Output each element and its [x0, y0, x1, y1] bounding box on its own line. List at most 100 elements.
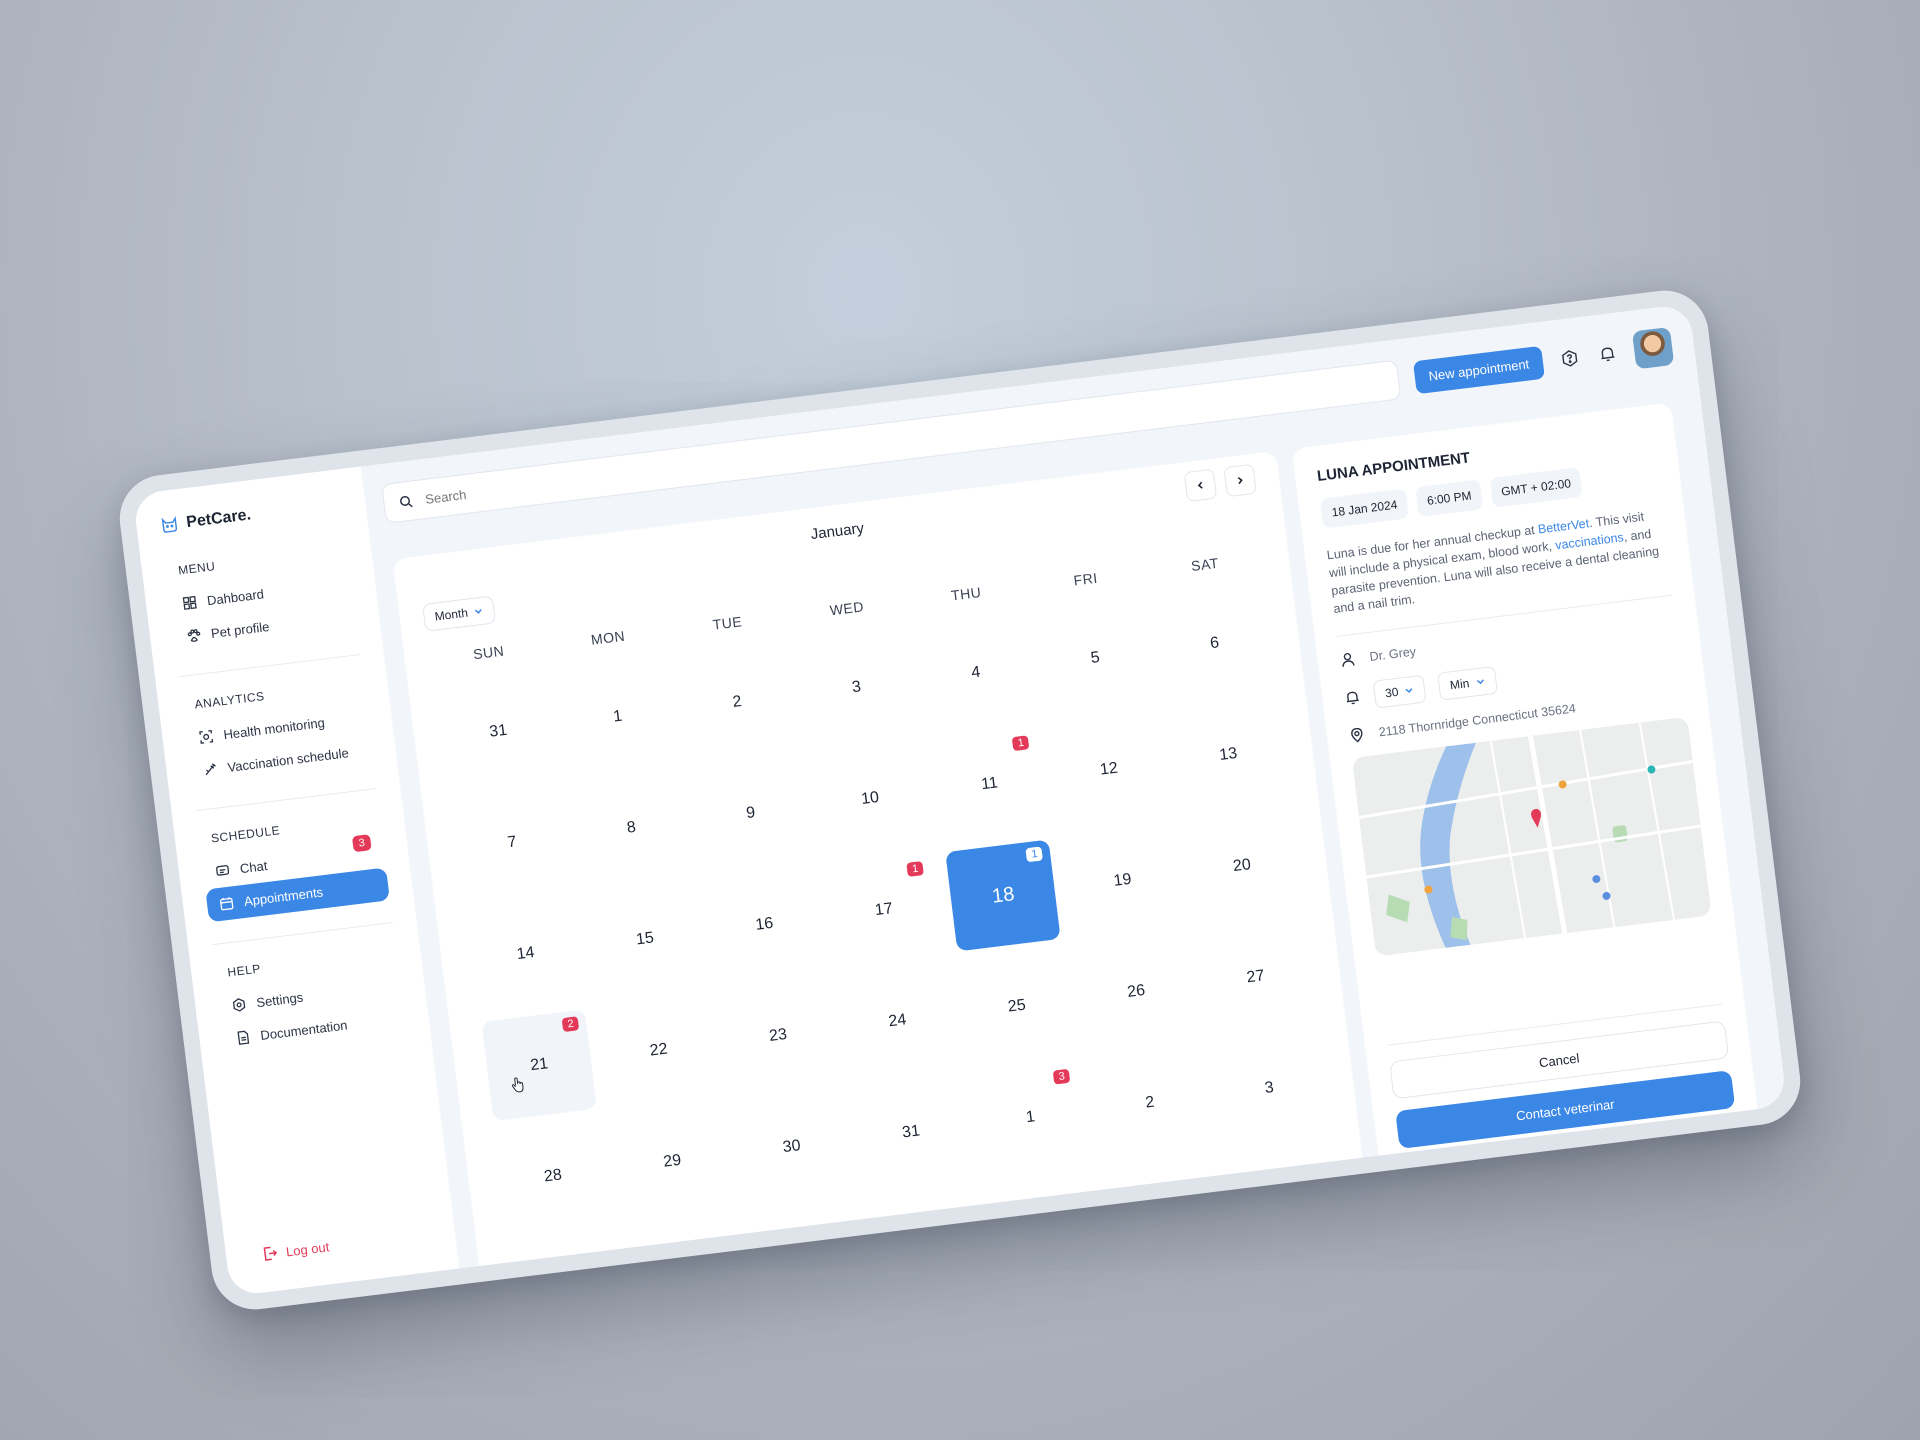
logout-label: Log out [285, 1238, 330, 1259]
weekday-label: SUN [472, 642, 506, 663]
calendar-day[interactable]: 30 [725, 1084, 858, 1210]
weekday-label: SAT [1190, 554, 1220, 575]
calendar-day[interactable]: 8 [565, 765, 698, 891]
brand-logo[interactable]: PetCare. [160, 495, 343, 535]
calendar-day[interactable]: 9 [684, 751, 817, 877]
appointment-count-badge: 1 [906, 861, 925, 877]
calendar-day[interactable]: 10 [804, 736, 937, 862]
help-icon [1562, 350, 1578, 367]
calendar-day-selected[interactable]: 18 1 [937, 833, 1070, 959]
prev-month-button[interactable] [1183, 468, 1218, 503]
calendar-day[interactable]: 31 [845, 1070, 978, 1196]
sidebar-item-label: Settings [255, 989, 305, 1011]
reminder-unit-select[interactable]: Min [1437, 665, 1498, 701]
calendar-day[interactable]: 22 [592, 988, 725, 1114]
calendar-day[interactable]: 17 1 [817, 847, 950, 973]
view-select-value: Month [433, 605, 469, 624]
calendar-day[interactable]: 3 [1203, 1026, 1336, 1152]
calendar-day[interactable]: 23 [712, 973, 845, 1099]
sidebar-item-label: Health monitoring [222, 714, 326, 743]
calendar-day[interactable]: 26 [1070, 929, 1203, 1055]
day-number: 1 [612, 707, 624, 726]
calendar-day[interactable]: 2 [671, 640, 804, 766]
sidebar-item-label: Chat [239, 857, 269, 877]
appointment-timezone[interactable]: GMT + 02:00 [1489, 467, 1583, 508]
day-number: 16 [754, 914, 775, 934]
logout-button[interactable]: Log out [261, 1238, 330, 1262]
month-navigation [1183, 463, 1257, 503]
grid-icon [182, 595, 197, 610]
appointment-count-badge: 2 [561, 1016, 580, 1033]
day-number: 13 [1218, 744, 1239, 764]
day-number: 4 [970, 663, 982, 682]
help-button[interactable] [1557, 346, 1582, 371]
calendar-day[interactable]: 15 [579, 877, 712, 1003]
view-select[interactable]: Month [422, 595, 497, 632]
day-number: 19 [1112, 870, 1133, 890]
calendar-day[interactable]: 20 [1175, 803, 1308, 929]
appointment-count-badge: 3 [1052, 1068, 1071, 1085]
calendar-day[interactable]: 21 2 [473, 1002, 606, 1128]
brand-name: PetCare. [185, 506, 252, 532]
hand-cursor-icon [511, 1077, 524, 1093]
appointment-time[interactable]: 6:00 PM [1415, 479, 1484, 517]
reminder-value-select[interactable]: 30 [1372, 674, 1427, 709]
day-number: 29 [662, 1151, 683, 1171]
day-number: 15 [635, 929, 655, 949]
day-number: 28 [543, 1166, 563, 1186]
cat-icon [161, 516, 178, 533]
appointment-date[interactable]: 18 Jan 2024 [1319, 488, 1410, 529]
calendar-day[interactable]: 27 [1189, 914, 1322, 1040]
day-number: 7 [506, 833, 518, 852]
calendar-day[interactable]: 13 [1162, 692, 1295, 818]
weekday-label: THU [950, 583, 983, 604]
calendar-day[interactable]: 4 [909, 610, 1042, 736]
day-number: 31 [901, 1122, 921, 1142]
calendar-day[interactable]: 7 [446, 780, 579, 906]
appointment-count-badge: 1 [1012, 735, 1030, 752]
gear-icon [232, 998, 246, 1012]
next-month-button[interactable] [1223, 463, 1257, 498]
scene: PetCare. MENU Dahboard Pet profile ANALY… [0, 0, 1920, 1440]
day-number: 8 [625, 818, 637, 837]
new-appointment-button[interactable]: New appointment [1412, 345, 1545, 394]
syringe-icon [205, 763, 216, 776]
avatar[interactable] [1631, 326, 1675, 370]
chevron-left-icon [1197, 481, 1203, 489]
app-window: PetCare. MENU Dahboard Pet profile ANALY… [132, 303, 1788, 1297]
calendar-day[interactable]: 31 [432, 669, 565, 795]
chat-unread-badge: 3 [351, 834, 372, 853]
bell-icon [1346, 691, 1359, 705]
weekday-label: WED [828, 598, 865, 619]
calendar-day[interactable]: 19 [1056, 818, 1189, 944]
chevron-down-icon [1476, 679, 1484, 685]
calendar-day[interactable]: 13 [964, 1055, 1097, 1181]
calendar-icon [220, 897, 234, 911]
bettervet-link[interactable]: BetterVet [1537, 516, 1590, 536]
day-number: 30 [781, 1137, 802, 1157]
day-number: 1 [1025, 1108, 1036, 1127]
calendar-day[interactable]: 1 [551, 654, 684, 780]
calendar-day[interactable]: 2 [1083, 1040, 1216, 1166]
day-number: 20 [1232, 856, 1252, 876]
calendar-day[interactable]: 25 [950, 944, 1083, 1070]
location-map[interactable] [1351, 716, 1712, 957]
day-number: 23 [768, 1025, 788, 1045]
calendar-day[interactable]: 14 [459, 891, 592, 1017]
help-section: HELP Settings Documentation [212, 922, 407, 1057]
reminder-unit: Min [1449, 676, 1471, 693]
calendar-day[interactable]: 5 [1029, 596, 1162, 722]
weekday-label: TUE [711, 613, 744, 633]
calendar-day[interactable]: 24 [831, 958, 964, 1084]
chevron-down-icon [1405, 688, 1413, 693]
calendar-day[interactable]: 16 [698, 862, 831, 988]
calendar-day[interactable]: 11 1 [923, 721, 1056, 847]
user-icon [1342, 653, 1355, 667]
day-number: 24 [887, 1011, 908, 1031]
calendar-day[interactable]: 28 [486, 1113, 619, 1239]
calendar-day[interactable]: 3 [790, 625, 923, 751]
notifications-button[interactable] [1595, 342, 1620, 367]
calendar-day[interactable]: 29 [606, 1099, 739, 1225]
calendar-day[interactable]: 12 [1042, 707, 1175, 833]
calendar-day[interactable]: 6 [1148, 581, 1281, 707]
